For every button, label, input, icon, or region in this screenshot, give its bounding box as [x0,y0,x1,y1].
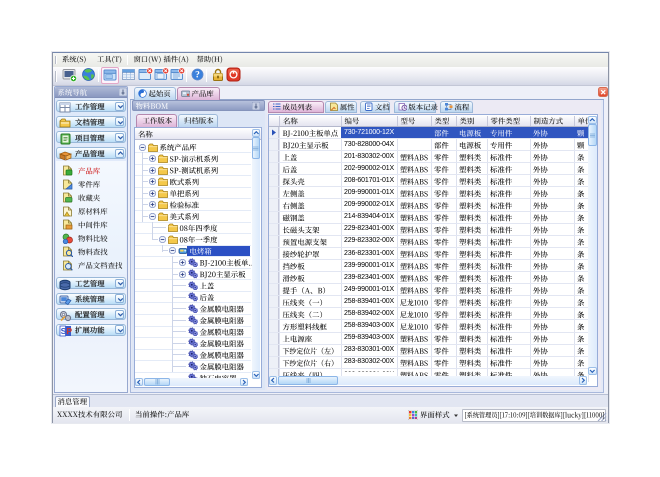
svg-text:?: ? [195,71,200,81]
svg-text:P: P [66,326,72,336]
